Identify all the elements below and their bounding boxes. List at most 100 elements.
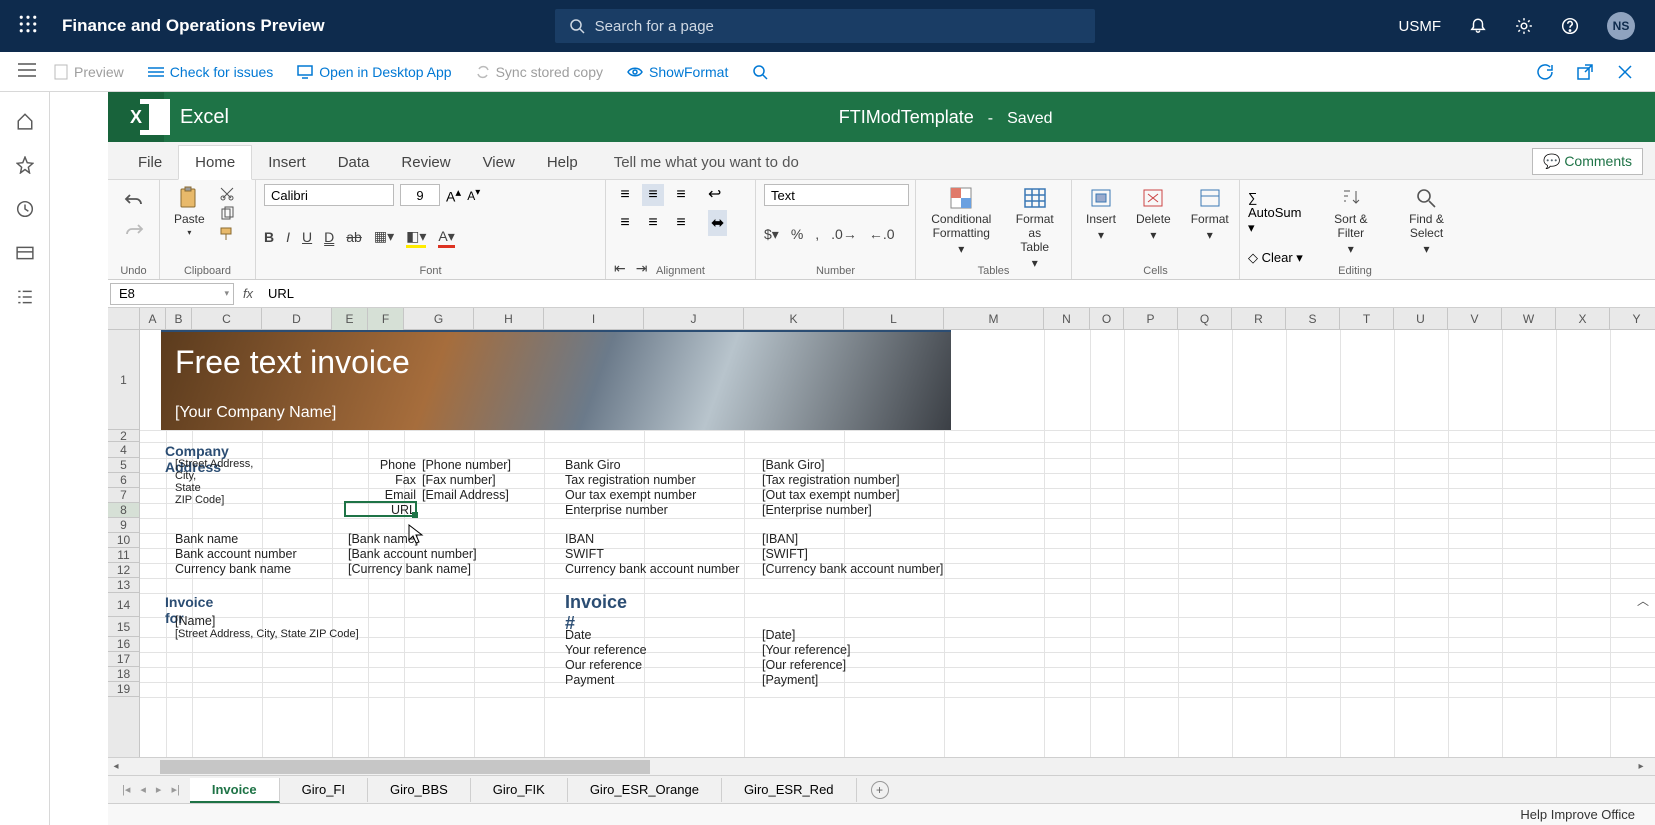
double-underline-icon[interactable]: D [324,229,334,245]
cell-oref-val[interactable]: [Our reference] [762,658,846,672]
cell-iban-val[interactable]: [IBAN] [762,532,798,546]
star-icon[interactable] [16,156,34,174]
strike-icon[interactable]: ab [346,229,362,245]
cell-yref-lbl[interactable]: Your reference [565,643,647,657]
cell-bankacc-lbl[interactable]: Bank account number [175,547,297,561]
comments-button[interactable]: 💬 Comments [1532,148,1643,175]
check-issues-button[interactable]: Check for issues [148,64,273,80]
cell-addr3[interactable]: State [175,482,201,494]
comma-icon[interactable]: , [815,226,819,243]
cell-pay-lbl[interactable]: Payment [565,673,614,687]
sheet-nav-next-icon[interactable]: ▸ [156,783,162,796]
cell-oref-lbl[interactable]: Our reference [565,658,642,672]
sheet-tab-invoice[interactable]: Invoice [190,778,280,803]
cell-curbank-lbl[interactable]: Currency bank name [175,562,291,576]
increase-font-icon[interactable]: A▴ [446,185,461,205]
add-sheet-button[interactable]: + [871,781,889,799]
close-icon[interactable] [1617,64,1633,80]
document-name[interactable]: FTIModTemplate [839,107,974,128]
format-painter-icon[interactable] [219,226,235,242]
cell-ent-lbl[interactable]: Enterprise number [565,503,668,517]
border-icon[interactable]: ▦▾ [374,228,394,245]
help-icon[interactable] [1561,17,1579,35]
insert-cells-button[interactable]: Insert▾ [1080,184,1122,244]
cell-fax-val[interactable]: [Fax number] [422,473,496,487]
cell-invfor-name[interactable]: [Name] [175,614,215,628]
home-icon[interactable] [16,112,34,130]
spreadsheet-grid[interactable]: ABCDEFGHIJKLMNOPQRSTUVWXY 12456789101112… [108,308,1655,757]
cell-addr2[interactable]: City, [175,470,196,482]
tab-help[interactable]: Help [531,146,594,179]
hamburger-icon[interactable] [18,63,36,82]
decrease-font-icon[interactable]: A▾ [467,187,480,203]
decrease-decimal-icon[interactable]: ←.0 [869,226,895,243]
sync-button[interactable]: Sync stored copy [476,64,603,80]
name-box[interactable]: E8▾ [110,283,234,305]
avatar[interactable]: NS [1607,12,1635,40]
format-as-table-button[interactable]: Format as Table▾ [1007,184,1063,272]
preview-button[interactable]: Preview [54,64,124,80]
autosum-button[interactable]: ∑ AutoSum ▾ [1248,190,1311,236]
wrap-text-icon[interactable]: ↩ [708,184,727,204]
paste-button[interactable]: Paste ▾ [168,184,211,239]
cell-addr4[interactable]: ZIP Code] [175,494,224,506]
bold-icon[interactable]: B [264,229,274,245]
sheet-tab-giro_esr_red[interactable]: Giro_ESR_Red [722,778,857,802]
font-size-select[interactable] [400,184,440,206]
cell-swift-lbl[interactable]: SWIFT [565,547,604,561]
underline-icon[interactable]: U [302,229,312,245]
cell-bankgiro-val[interactable]: [Bank Giro] [762,458,825,472]
tab-file[interactable]: File [122,146,178,179]
font-color-icon[interactable]: A▾ [438,228,454,245]
increase-decimal-icon[interactable]: .0→ [831,226,857,243]
alignment-grid[interactable]: ≡≡≡ ≡≡≡ [614,184,692,234]
cell-email-lbl[interactable]: Email [368,488,416,502]
cell-ent-val[interactable]: [Enterprise number] [762,503,872,517]
cell-taxex-lbl[interactable]: Our tax exempt number [565,488,696,502]
cell-date-lbl[interactable]: Date [565,628,591,642]
status-text[interactable]: Help Improve Office [1520,807,1635,822]
tab-insert[interactable]: Insert [252,146,322,179]
cell-iban-lbl[interactable]: IBAN [565,532,594,546]
app-launcher-icon[interactable] [8,15,48,38]
sheet-tab-giro_fik[interactable]: Giro_FIK [471,778,568,802]
show-format-button[interactable]: ShowFormat [627,64,728,80]
sheet-nav-last-icon[interactable]: ▸| [171,783,179,796]
workspace-icon[interactable] [16,244,34,262]
cell-addr1[interactable]: [Street Address, [175,458,253,470]
cell-bankname-val[interactable]: [Bank name] [348,532,418,546]
cell-date-val[interactable]: [Date] [762,628,795,642]
global-search[interactable]: Search for a page [555,9,1095,43]
currency-icon[interactable]: $▾ [764,226,779,243]
cell-swift-val[interactable]: [SWIFT] [762,547,808,561]
fill-color-icon[interactable]: ◧▾ [406,228,426,245]
select-all-corner[interactable] [108,308,140,330]
cut-icon[interactable] [219,186,235,202]
copy-icon[interactable] [219,206,235,222]
sheet-tab-giro_bbs[interactable]: Giro_BBS [368,778,471,802]
cell-bankgiro-lbl[interactable]: Bank Giro [565,458,621,472]
clock-icon[interactable] [16,200,34,218]
tab-review[interactable]: Review [385,146,466,179]
percent-icon[interactable]: % [791,226,803,243]
conditional-formatting-button[interactable]: Conditional Formatting▾ [924,184,999,258]
clear-button[interactable]: ◇ Clear ▾ [1248,250,1311,266]
undo-icon[interactable] [124,192,144,208]
tab-data[interactable]: Data [322,146,386,179]
sheet-tab-giro_fi[interactable]: Giro_FI [280,778,368,802]
cell-bankacc-val[interactable]: [Bank account number] [348,547,477,561]
cell-taxex-val[interactable]: [Out tax exempt number] [762,488,900,502]
column-headers[interactable]: ABCDEFGHIJKLMNOPQRSTUVWXY [140,308,1655,330]
tab-view[interactable]: View [467,146,531,179]
horizontal-scrollbar[interactable]: ◂ ▸ [108,757,1655,775]
font-name-select[interactable] [264,184,394,206]
row-headers[interactable]: 1245678910111213141516171819 [108,330,140,757]
cell-curbank-val[interactable]: [Currency bank name] [348,562,471,576]
merge-icon[interactable]: ⬌ [708,210,727,236]
cell-taxreg-val[interactable]: [Tax registration number] [762,473,900,487]
open-desktop-button[interactable]: Open in Desktop App [297,64,451,80]
find-select-button[interactable]: Find & Select▾ [1391,184,1462,258]
sheet-tab-giro_esr_orange[interactable]: Giro_ESR_Orange [568,778,722,802]
tell-me-search[interactable]: Tell me what you want to do [614,154,799,179]
sheet-nav-prev-icon[interactable]: ◂ [140,783,146,796]
